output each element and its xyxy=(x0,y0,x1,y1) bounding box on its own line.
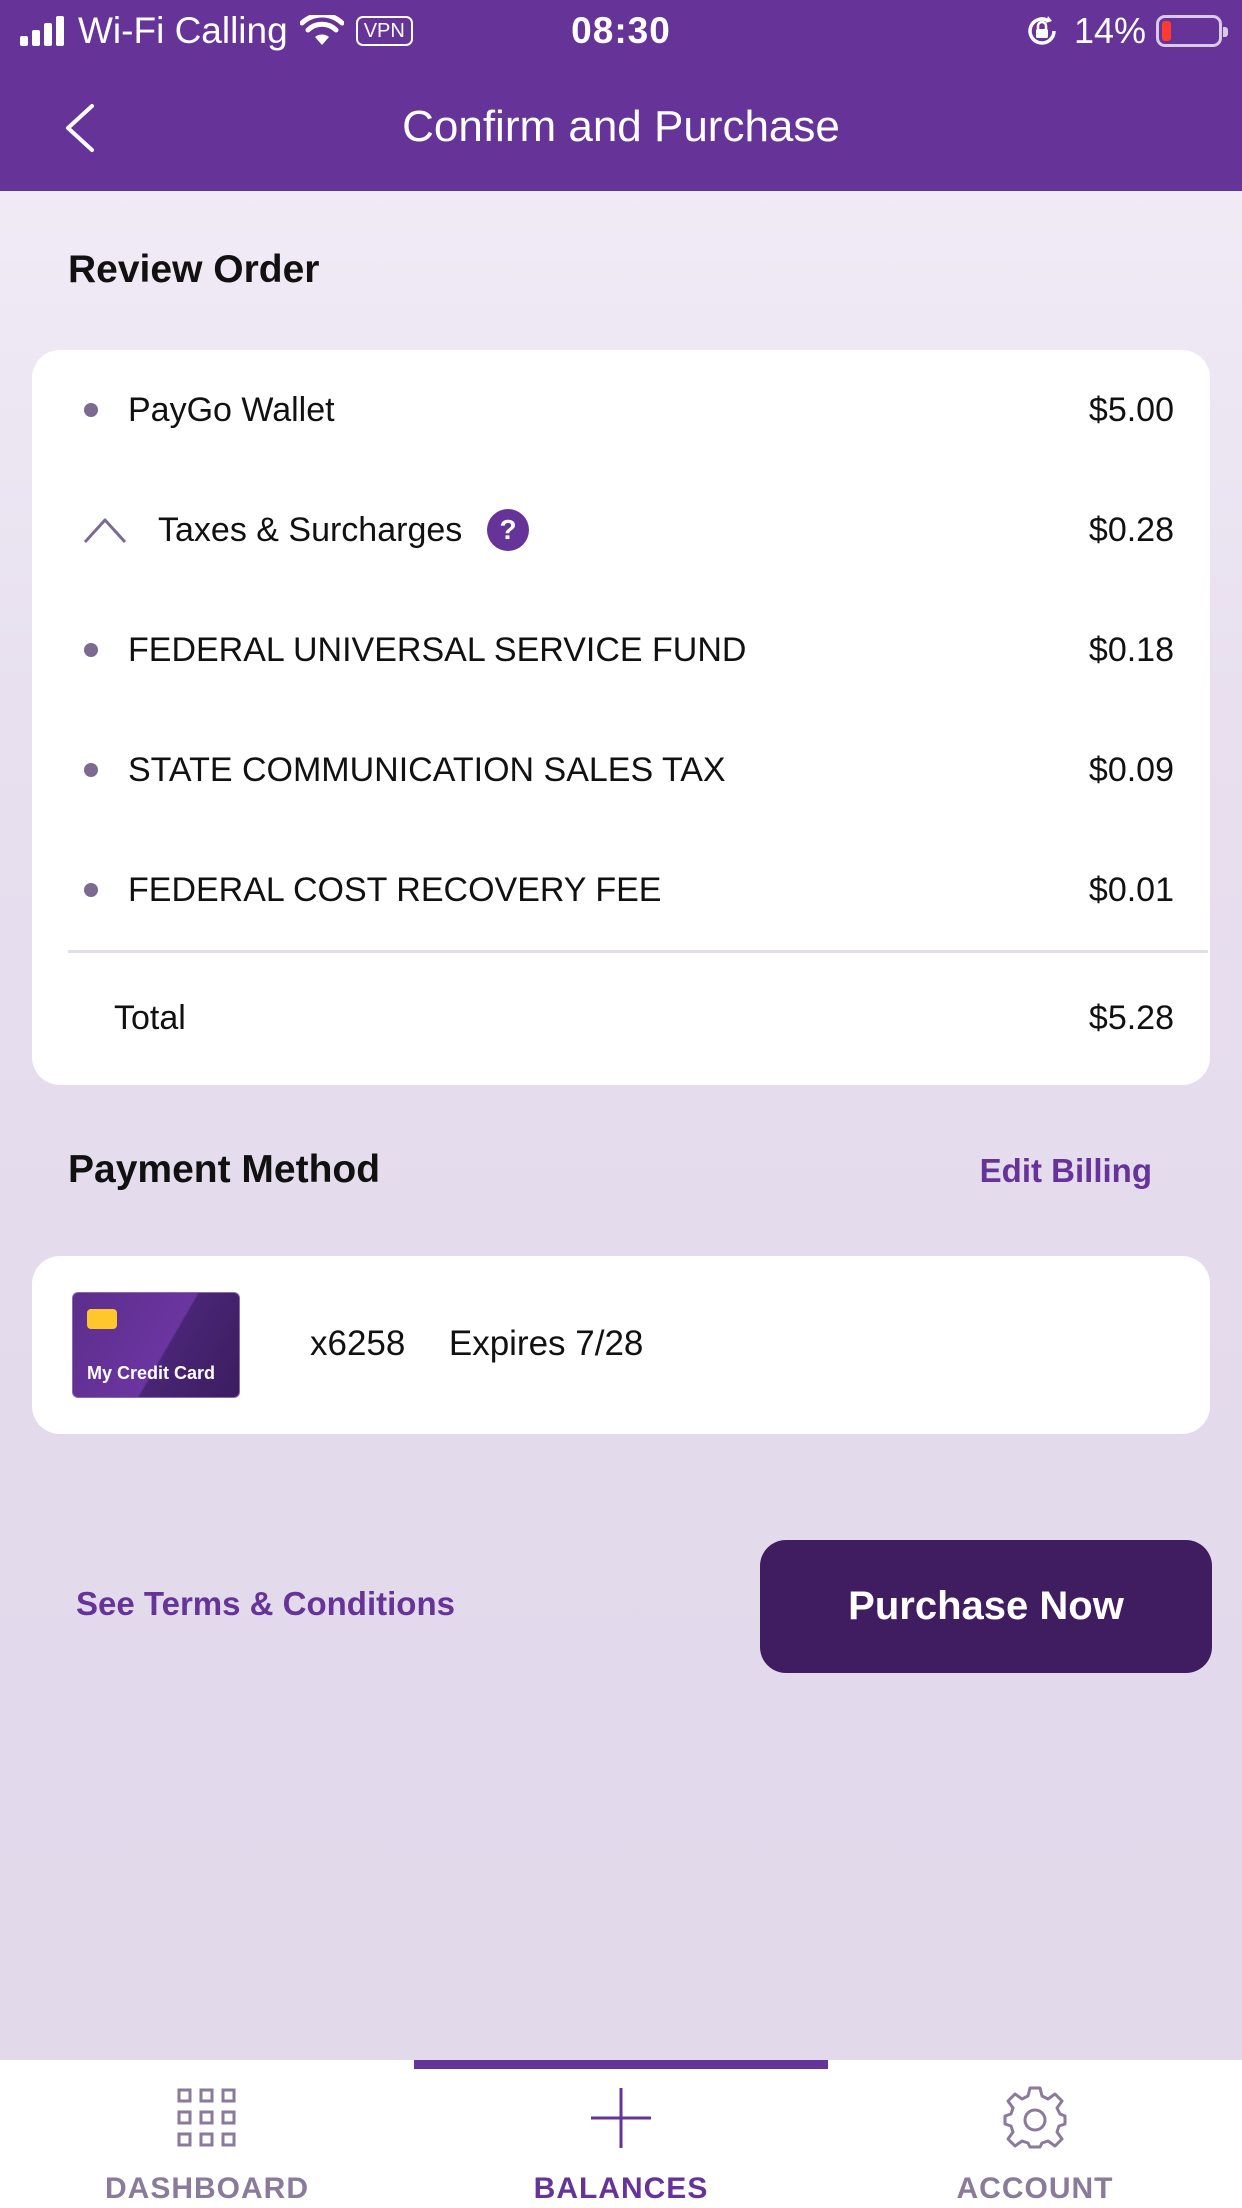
gear-icon xyxy=(1003,2086,1067,2149)
order-summary-card: PayGo Wallet $5.00 Taxes & Surcharges ? … xyxy=(32,350,1210,1085)
card-expiry: Expires 7/28 xyxy=(448,1324,644,1363)
total-amount: $5.28 xyxy=(1088,998,1174,1037)
line-item: STATE COMMUNICATION SALES TAX $0.09 xyxy=(32,740,1210,800)
line-item: FEDERAL UNIVERSAL SERVICE FUND $0.18 xyxy=(32,620,1210,680)
line-item-label: STATE COMMUNICATION SALES TAX xyxy=(128,750,726,789)
line-item-amount: $5.00 xyxy=(1088,390,1174,429)
bullet-icon xyxy=(84,403,98,417)
battery-percent: 14% xyxy=(1073,10,1146,51)
credit-card-icon: My Credit Card xyxy=(72,1292,240,1398)
tab-balances[interactable]: BALANCES xyxy=(414,2060,828,2208)
line-item: FEDERAL COST RECOVERY FEE $0.01 xyxy=(32,860,1210,920)
bullet-icon xyxy=(84,883,98,897)
line-item-label: FEDERAL COST RECOVERY FEE xyxy=(128,870,662,909)
review-order-heading: Review Order xyxy=(68,248,320,291)
tab-dashboard[interactable]: DASHBOARD xyxy=(0,2060,414,2208)
edit-billing-link[interactable]: Edit Billing xyxy=(980,1152,1152,1190)
card-details: x6258 Expires 7/28 xyxy=(310,1324,643,1364)
plus-icon xyxy=(591,2088,651,2148)
divider xyxy=(68,950,1208,953)
line-item-label: PayGo Wallet xyxy=(128,390,335,429)
taxes-label: Taxes & Surcharges xyxy=(158,510,463,549)
chevron-up-icon[interactable] xyxy=(82,515,128,545)
payment-method-heading: Payment Method xyxy=(68,1148,381,1191)
top-bar: Wi-Fi Calling VPN 08:30 14% Confirm and … xyxy=(0,0,1242,191)
nav-bar: Confirm and Purchase xyxy=(0,62,1242,191)
total-row: Total $5.28 xyxy=(32,988,1210,1048)
page-title: Confirm and Purchase xyxy=(402,102,840,151)
help-icon[interactable]: ? xyxy=(487,509,529,551)
line-item-amount: $0.18 xyxy=(1088,630,1174,669)
tab-account[interactable]: ACCOUNT xyxy=(828,2060,1242,2208)
taxes-toggle-row[interactable]: Taxes & Surcharges ? $0.28 xyxy=(32,500,1210,560)
line-item-amount: $0.01 xyxy=(1088,870,1174,909)
card-name: My Credit Card xyxy=(87,1363,216,1383)
line-item-amount: $0.09 xyxy=(1088,750,1174,789)
total-label: Total xyxy=(114,998,186,1037)
grid-icon xyxy=(177,2088,236,2147)
tab-label: ACCOUNT xyxy=(956,2172,1114,2205)
bullet-icon xyxy=(84,763,98,777)
taxes-amount: $0.28 xyxy=(1088,510,1174,549)
tab-bar: DASHBOARD BALANCES ACCOUNT xyxy=(0,2060,1242,2208)
line-item: PayGo Wallet $5.00 xyxy=(32,380,1210,440)
card-chip-icon xyxy=(87,1309,117,1329)
bullet-icon xyxy=(84,643,98,657)
line-item-label: FEDERAL UNIVERSAL SERVICE FUND xyxy=(128,630,747,669)
battery-icon xyxy=(1156,15,1228,47)
tab-label: DASHBOARD xyxy=(105,2172,309,2205)
tab-label: BALANCES xyxy=(533,2172,709,2205)
orientation-lock-icon xyxy=(1028,16,1056,45)
payment-card[interactable]: My Credit Card x6258 Expires 7/28 xyxy=(32,1256,1210,1434)
terms-link[interactable]: See Terms & Conditions xyxy=(76,1585,455,1623)
status-bar: Wi-Fi Calling VPN 08:30 14% xyxy=(0,0,1242,62)
purchase-now-button[interactable]: Purchase Now xyxy=(760,1540,1212,1673)
card-number: x6258 xyxy=(310,1324,406,1363)
